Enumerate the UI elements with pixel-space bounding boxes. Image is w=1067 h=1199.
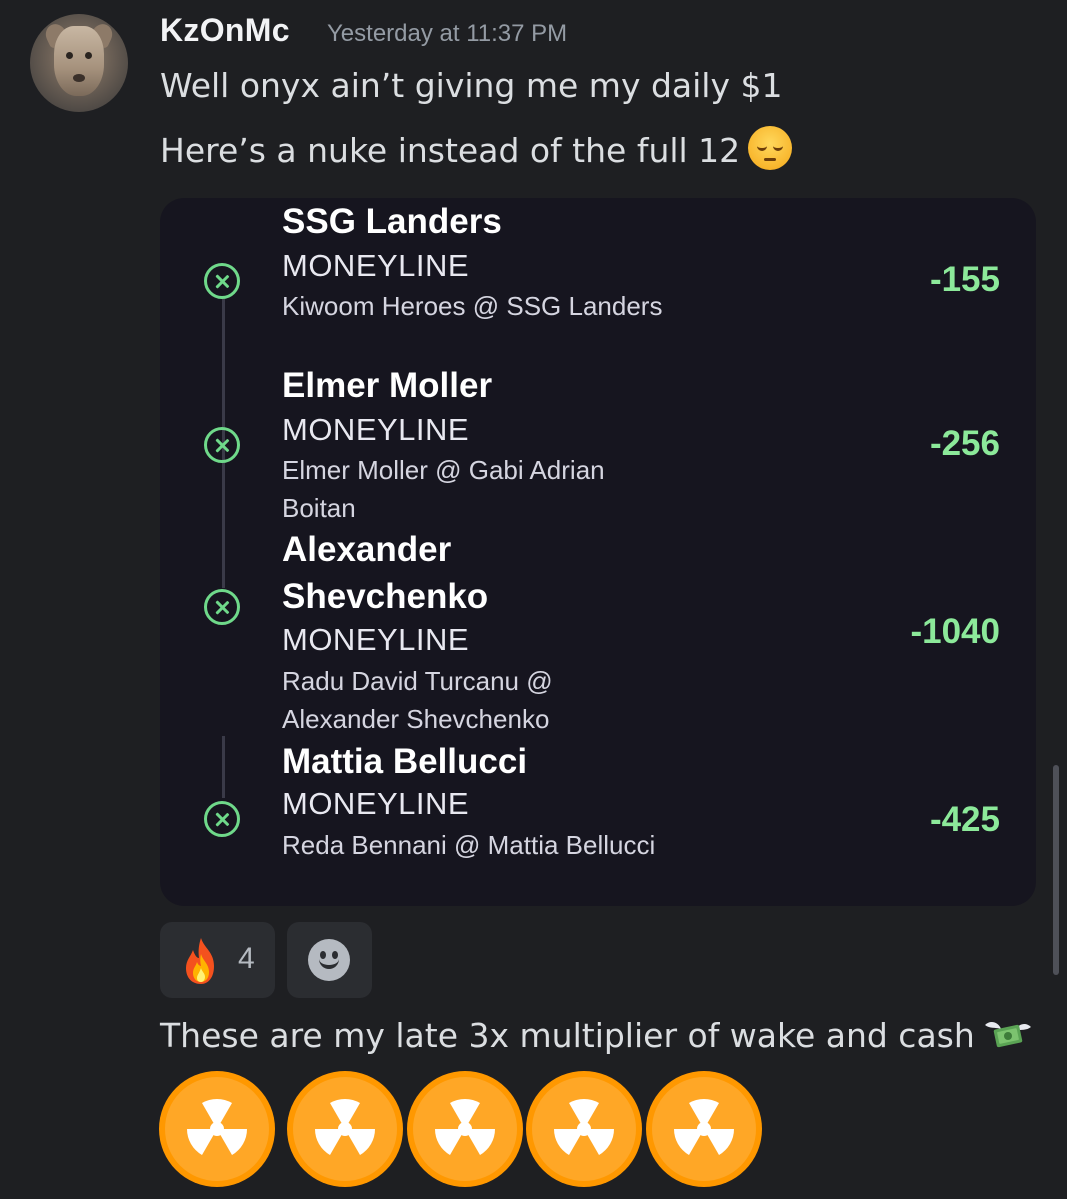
message-text: Here’s a nuke instead of the full 12 bbox=[160, 131, 741, 170]
avatar-eye bbox=[85, 52, 92, 59]
leg-matchup: Reda Bennani @ Mattia Bellucci bbox=[282, 830, 656, 860]
radioactive-face-icon bbox=[646, 1071, 762, 1187]
lost-x-circle-icon bbox=[204, 801, 240, 837]
smile-icon bbox=[308, 939, 350, 981]
lost-x-circle-icon bbox=[204, 589, 240, 625]
leg-matchup: Radu David Turcanu @ Alexander Shevchenk… bbox=[282, 666, 553, 734]
scrollbar-thumb[interactable] bbox=[1053, 765, 1059, 975]
money-with-wings-icon bbox=[984, 1022, 1031, 1048]
leg-bet-type: MONEYLINE bbox=[282, 248, 470, 283]
leg-selection-name: Mattia Bellucci bbox=[282, 742, 528, 781]
fire-icon bbox=[186, 938, 214, 984]
avatar-face bbox=[54, 26, 104, 96]
radioactive-face-icon bbox=[159, 1071, 275, 1187]
leg-selection-name: Elmer Moller bbox=[282, 366, 493, 405]
avatar-nose bbox=[73, 74, 85, 82]
avatar[interactable] bbox=[30, 14, 128, 112]
username[interactable]: KzOnMc bbox=[160, 12, 290, 49]
bet-slip-card[interactable]: SSG Landers MONEYLINE Kiwoom Heroes @ SS… bbox=[160, 198, 1036, 906]
radioactive-face-icon bbox=[287, 1071, 403, 1187]
avatar-eye bbox=[66, 52, 73, 59]
leg-matchup: Elmer Moller @ Gabi Adrian Boitan bbox=[282, 455, 605, 523]
message-text-line: Here’s a nuke instead of the full 12 bbox=[160, 126, 793, 170]
lost-x-circle-icon bbox=[204, 263, 240, 299]
message-text: Well onyx ain’t giving me my daily $1 bbox=[160, 66, 783, 105]
message-text: These are my late 3x multiplier of wake … bbox=[160, 1016, 975, 1055]
leg-selection-name: Alexander Shevchenko bbox=[282, 530, 489, 616]
leg-odds: -155 bbox=[929, 260, 1000, 299]
message-text-line: These are my late 3x multiplier of wake … bbox=[160, 1015, 1035, 1055]
radioactive-face-icon bbox=[526, 1071, 642, 1187]
leg-bet-type: MONEYLINE bbox=[282, 622, 470, 657]
leg-selection-name: SSG Landers bbox=[282, 202, 502, 241]
lost-x-circle-icon bbox=[204, 427, 240, 463]
reaction-count: 4 bbox=[238, 942, 255, 975]
leg-bet-type: MONEYLINE bbox=[282, 412, 470, 447]
reaction-fire[interactable]: 4 bbox=[160, 922, 275, 998]
message-text-line: Well onyx ain’t giving me my daily $1 bbox=[160, 66, 783, 105]
leg-odds: -1040 bbox=[910, 612, 1000, 651]
leg-matchup: Kiwoom Heroes @ SSG Landers bbox=[282, 291, 663, 321]
add-reaction-button[interactable] bbox=[287, 922, 372, 998]
leg-connector bbox=[222, 736, 225, 798]
leg-odds: -425 bbox=[929, 800, 1000, 839]
radioactive-face-icon bbox=[407, 1071, 523, 1187]
leg-odds: -256 bbox=[929, 424, 1000, 463]
leg-bet-type: MONEYLINE bbox=[282, 786, 470, 821]
message-timestamp: Yesterday at 11:37 PM bbox=[327, 20, 568, 47]
pensive-face-emoji-icon bbox=[748, 126, 793, 170]
